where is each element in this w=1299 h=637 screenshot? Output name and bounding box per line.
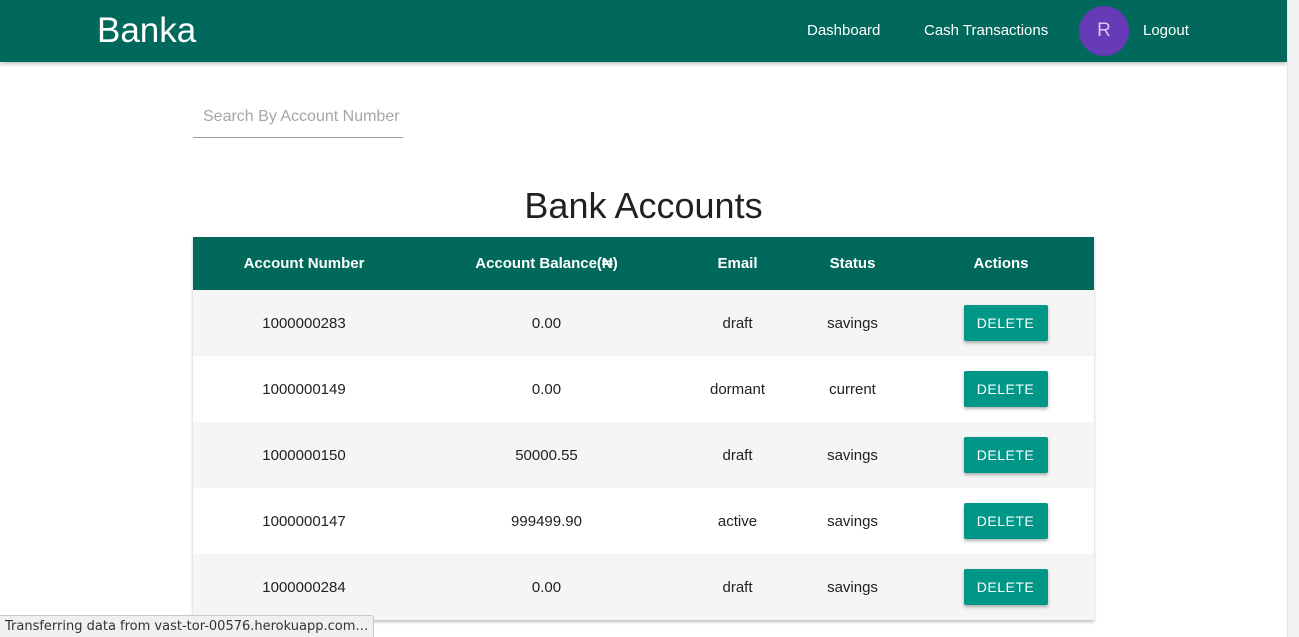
- cell-status: savings: [827, 512, 878, 530]
- cell-actions: DELETE: [908, 554, 1094, 620]
- cell-account-number: 1000000284: [262, 578, 346, 596]
- cell-status: savings: [827, 446, 878, 464]
- delete-button[interactable]: DELETE: [963, 437, 1048, 473]
- delete-button[interactable]: DELETE: [963, 503, 1048, 539]
- accounts-table: Account Number Account Balance(₦) Email …: [193, 237, 1094, 620]
- cell-email: draft: [722, 446, 753, 464]
- nav-logout-link[interactable]: Logout: [1143, 21, 1189, 41]
- user-avatar[interactable]: R: [1079, 6, 1129, 56]
- cell-account-number: 1000000149: [262, 380, 346, 398]
- delete-button[interactable]: DELETE: [963, 569, 1048, 605]
- cell-account-number: 1000000283: [262, 314, 346, 332]
- cell-account-number: 1000000150: [262, 446, 346, 464]
- nav-dashboard-link[interactable]: Dashboard: [807, 21, 880, 41]
- cell-balance: 50000.55: [515, 446, 578, 464]
- cell-status: savings: [827, 578, 878, 596]
- nav-cash-transactions-link[interactable]: Cash Transactions: [924, 21, 1048, 41]
- table-row: 1000000284 0.00 draft savings DELETE: [193, 554, 1094, 620]
- cell-actions: DELETE: [908, 356, 1094, 422]
- cell-email: draft: [722, 578, 753, 596]
- search-account-input[interactable]: [193, 96, 403, 138]
- page-scrollbar[interactable]: [1287, 0, 1299, 637]
- page: Banka Dashboard Cash Transactions R Logo…: [0, 0, 1287, 637]
- table-row: 1000000147 999499.90 active savings DELE…: [193, 488, 1094, 554]
- column-header-account-number: Account Number: [243, 255, 365, 272]
- page-title: Bank Accounts: [524, 185, 763, 226]
- cell-balance: 0.00: [531, 314, 562, 332]
- cell-status: current: [829, 380, 876, 398]
- delete-button[interactable]: DELETE: [963, 371, 1048, 407]
- cell-email: active: [717, 512, 758, 530]
- cell-status: savings: [827, 314, 878, 332]
- top-navbar: Banka Dashboard Cash Transactions R Logo…: [0, 0, 1287, 62]
- table-row: 1000000149 0.00 dormant current DELETE: [193, 356, 1094, 422]
- brand-logo[interactable]: Banka: [97, 11, 196, 51]
- table-row: 1000000150 50000.55 draft savings DELETE: [193, 422, 1094, 488]
- cell-balance: 0.00: [531, 578, 562, 596]
- cell-balance: 0.00: [531, 380, 562, 398]
- column-header-email: Email: [717, 255, 758, 272]
- column-header-account-balance: Account Balance(₦): [475, 255, 618, 272]
- cell-actions: DELETE: [908, 488, 1094, 554]
- table-row: 1000000283 0.00 draft savings DELETE: [193, 290, 1094, 356]
- column-header-actions: Actions: [973, 255, 1029, 272]
- cell-balance: 999499.90: [511, 512, 582, 530]
- cell-actions: DELETE: [908, 290, 1094, 356]
- table-header-row: Account Number Account Balance(₦) Email …: [193, 237, 1094, 290]
- delete-button[interactable]: DELETE: [963, 305, 1048, 341]
- column-header-status: Status: [829, 255, 876, 272]
- accounts-table-container: Account Number Account Balance(₦) Email …: [193, 237, 1094, 620]
- browser-status-bar: Transferring data from vast-tor-00576.he…: [0, 615, 375, 637]
- cell-account-number: 1000000147: [262, 512, 346, 530]
- cell-actions: DELETE: [908, 422, 1094, 488]
- cell-email: draft: [722, 314, 753, 332]
- cell-email: dormant: [709, 380, 766, 398]
